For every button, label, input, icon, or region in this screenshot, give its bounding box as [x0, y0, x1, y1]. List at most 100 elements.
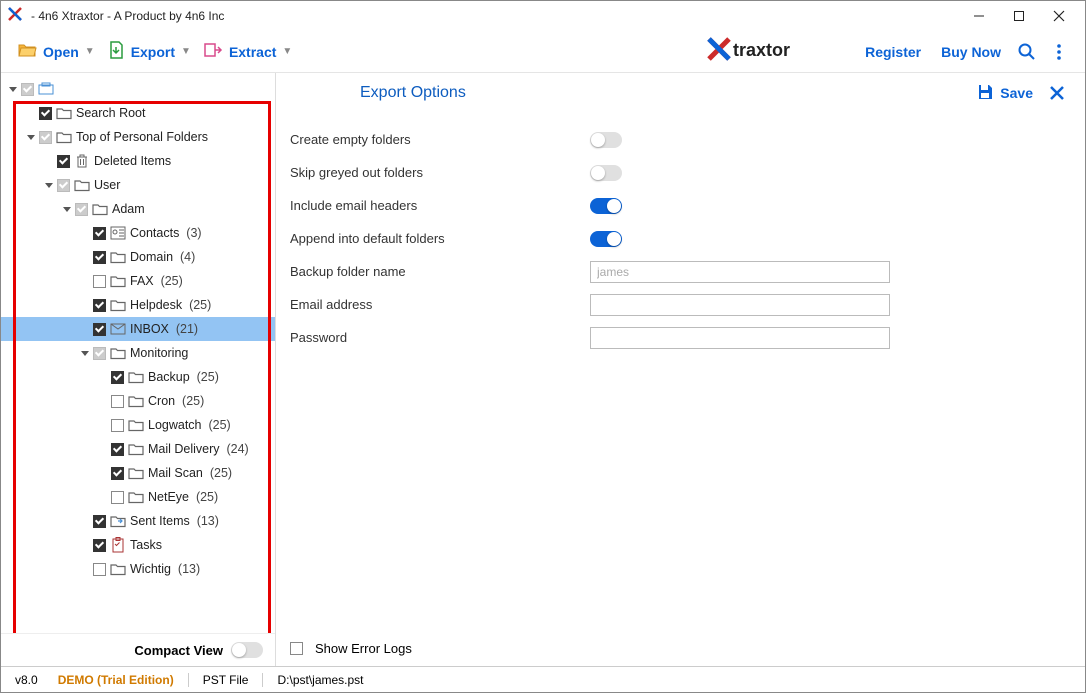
- folder-checkbox[interactable]: [93, 251, 106, 264]
- password-input[interactable]: [590, 327, 890, 349]
- mail-icon: [110, 321, 126, 337]
- chevron-down-icon: ▼: [85, 46, 95, 57]
- tree-node[interactable]: Top of Personal Folders: [1, 125, 275, 149]
- folder-checkbox[interactable]: [93, 347, 106, 360]
- main-toolbar: Open ▼ Export ▼ Extract ▼ traxtor Regist…: [1, 31, 1085, 73]
- tree-node[interactable]: Backup (25): [1, 365, 275, 389]
- tree-node[interactable]: Wichtig (13): [1, 557, 275, 581]
- toggle-create-empty[interactable]: [590, 132, 622, 148]
- folder-icon: [56, 105, 72, 121]
- register-link[interactable]: Register: [855, 40, 931, 64]
- folder-checkbox[interactable]: [93, 227, 106, 240]
- tree-node[interactable]: [1, 77, 275, 101]
- tree-node[interactable]: Sent Items (13): [1, 509, 275, 533]
- folder-checkbox[interactable]: [21, 83, 34, 96]
- close-window-button[interactable]: [1039, 1, 1079, 31]
- folder-checkbox[interactable]: [111, 443, 124, 456]
- item-count: (25): [182, 298, 211, 312]
- email-input[interactable]: [590, 294, 890, 316]
- folder-checkbox[interactable]: [75, 203, 88, 216]
- expand-arrow-icon: [97, 443, 109, 455]
- tree-node[interactable]: Mail Scan (25): [1, 461, 275, 485]
- chevron-down-icon: ▼: [282, 46, 292, 57]
- panel-title: Export Options: [360, 84, 466, 102]
- save-icon: [976, 83, 994, 104]
- toggle-skip-greyed[interactable]: [590, 165, 622, 181]
- tree-node[interactable]: INBOX (21): [1, 317, 275, 341]
- option-skip-greyed: Skip greyed out folders: [290, 156, 1071, 189]
- expand-arrow-icon[interactable]: [43, 179, 55, 191]
- minimize-button[interactable]: [959, 1, 999, 31]
- maximize-button[interactable]: [999, 1, 1039, 31]
- tree-node[interactable]: Logwatch (25): [1, 413, 275, 437]
- folder-label: Sent Items: [130, 514, 190, 528]
- expand-arrow-icon[interactable]: [25, 131, 37, 143]
- show-errors-checkbox[interactable]: [290, 642, 303, 655]
- compact-view-toggle[interactable]: [231, 642, 263, 658]
- folder-label: Cron: [148, 394, 175, 408]
- tree-node[interactable]: Deleted Items: [1, 149, 275, 173]
- folder-icon: [128, 417, 144, 433]
- tree-node[interactable]: Search Root: [1, 101, 275, 125]
- folder-checkbox[interactable]: [111, 491, 124, 504]
- status-path: D:\pst\james.pst: [263, 673, 377, 687]
- tree-node[interactable]: Contacts (3): [1, 221, 275, 245]
- sent-icon: [110, 513, 126, 529]
- folder-icon: [110, 273, 126, 289]
- tree-node[interactable]: Domain (4): [1, 245, 275, 269]
- folder-label: Top of Personal Folders: [76, 130, 208, 144]
- folder-checkbox[interactable]: [57, 155, 70, 168]
- folder-checkbox[interactable]: [93, 515, 106, 528]
- open-button[interactable]: Open ▼: [11, 36, 101, 67]
- folder-checkbox[interactable]: [57, 179, 70, 192]
- folder-tree[interactable]: Search Root Top of Personal Folders Delete…: [1, 73, 275, 633]
- expand-arrow-icon[interactable]: [79, 347, 91, 359]
- toggle-append-default[interactable]: [590, 231, 622, 247]
- tree-node[interactable]: Monitoring: [1, 341, 275, 365]
- folder-icon: [110, 561, 126, 577]
- svg-text:traxtor: traxtor: [733, 40, 790, 60]
- folder-checkbox[interactable]: [93, 275, 106, 288]
- expand-arrow-icon[interactable]: [7, 83, 19, 95]
- close-panel-button[interactable]: [1043, 79, 1071, 107]
- export-button[interactable]: Export ▼: [101, 36, 197, 67]
- expand-arrow-icon: [97, 395, 109, 407]
- folder-checkbox[interactable]: [111, 395, 124, 408]
- expand-arrow-icon: [79, 515, 91, 527]
- folder-checkbox[interactable]: [39, 107, 52, 120]
- tree-node[interactable]: FAX (25): [1, 269, 275, 293]
- expand-arrow-icon: [79, 299, 91, 311]
- tree-node[interactable]: Mail Delivery (24): [1, 437, 275, 461]
- folder-checkbox[interactable]: [111, 371, 124, 384]
- folder-checkbox[interactable]: [111, 467, 124, 480]
- folder-checkbox[interactable]: [39, 131, 52, 144]
- tree-node[interactable]: Cron (25): [1, 389, 275, 413]
- extract-button[interactable]: Extract ▼: [197, 37, 298, 66]
- item-count: (25): [202, 418, 231, 432]
- folder-label: Adam: [112, 202, 145, 216]
- tree-node[interactable]: Helpdesk (25): [1, 293, 275, 317]
- folder-icon: [128, 441, 144, 457]
- tree-node[interactable]: User: [1, 173, 275, 197]
- tree-node[interactable]: NetEye (25): [1, 485, 275, 509]
- folder-label: Contacts: [130, 226, 179, 240]
- status-version: v8.0: [1, 673, 44, 687]
- export-icon: [107, 40, 125, 63]
- more-icon[interactable]: [1043, 36, 1075, 68]
- folder-checkbox[interactable]: [93, 539, 106, 552]
- buy-now-link[interactable]: Buy Now: [931, 40, 1011, 64]
- expand-arrow-icon[interactable]: [61, 203, 73, 215]
- folder-checkbox[interactable]: [93, 323, 106, 336]
- tree-node[interactable]: Tasks: [1, 533, 275, 557]
- folder-checkbox[interactable]: [111, 419, 124, 432]
- save-button[interactable]: Save: [976, 83, 1033, 104]
- folder-icon: [110, 297, 126, 313]
- backup-folder-input[interactable]: [590, 261, 890, 283]
- search-icon[interactable]: [1011, 36, 1043, 68]
- folder-checkbox[interactable]: [93, 299, 106, 312]
- tree-node[interactable]: Adam: [1, 197, 275, 221]
- toggle-include-headers[interactable]: [590, 198, 622, 214]
- folder-label: NetEye: [148, 490, 189, 504]
- folder-checkbox[interactable]: [93, 563, 106, 576]
- compact-view-row: Compact View: [1, 633, 275, 666]
